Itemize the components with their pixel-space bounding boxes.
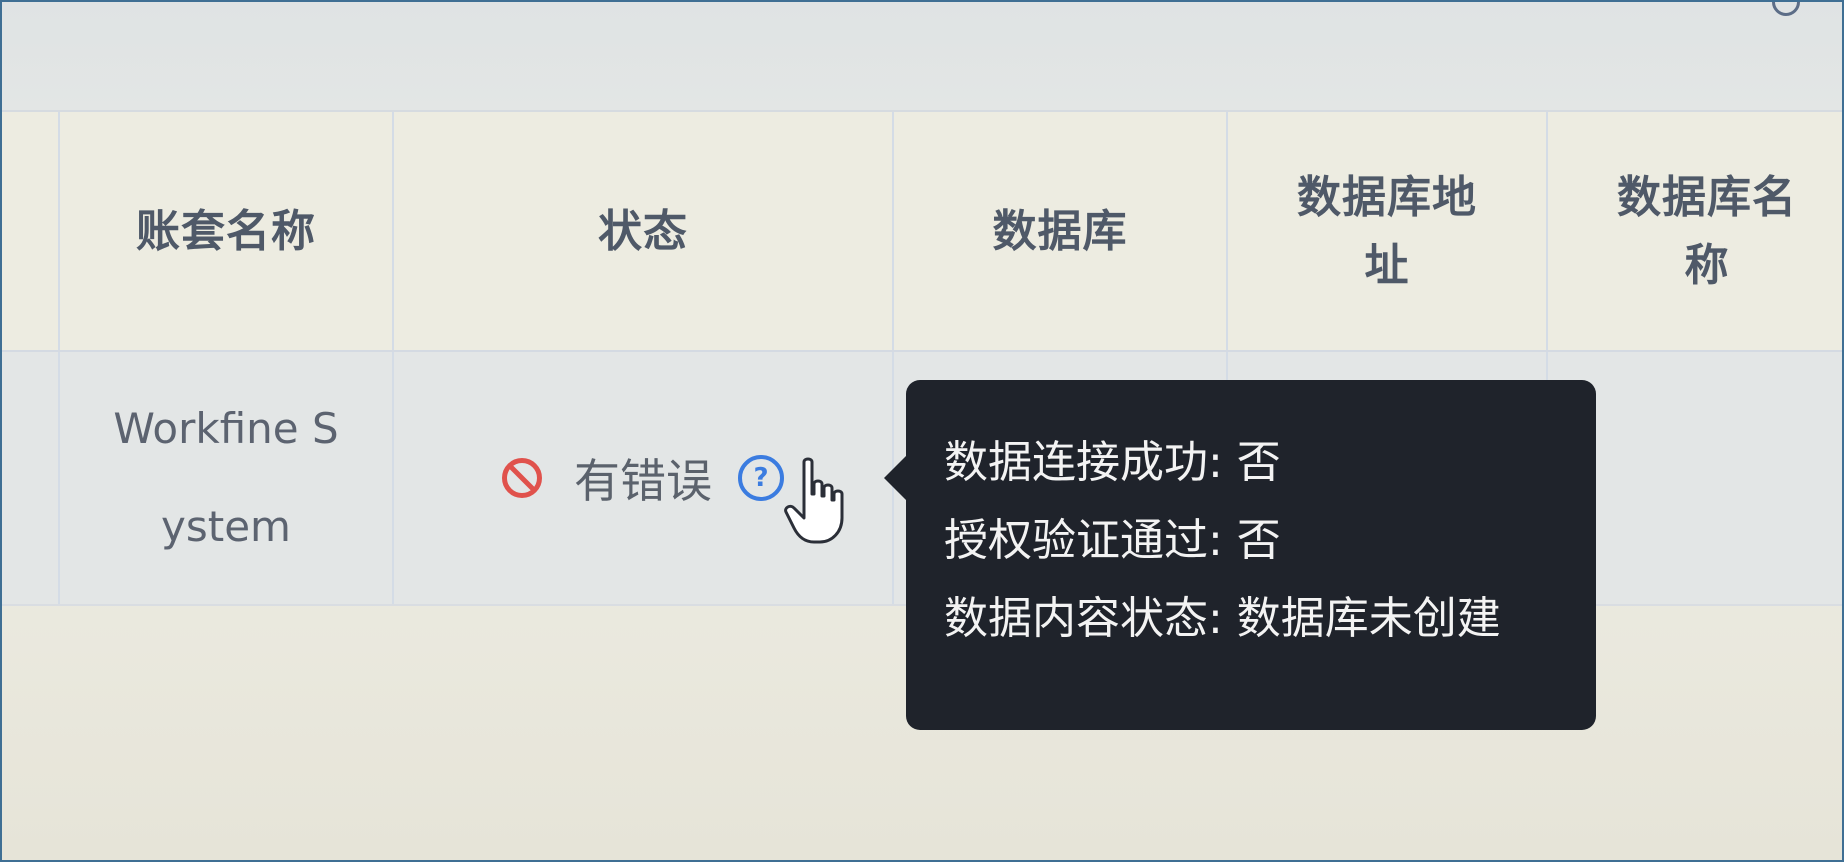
header-cell-status[interactable]: 状态 [392,112,892,352]
tooltip-connection-line: 数据连接成功: 否 [944,437,1281,488]
header-label-status: 状态 [598,206,688,257]
status-display: 有错误 ? [502,445,784,511]
status-label: 有错误 [574,454,712,508]
ban-icon [502,458,542,498]
question-circle-icon[interactable]: ? [738,455,784,501]
row-cell-checkbox [2,352,58,604]
row-cell-status: 有错误 ? [392,352,892,604]
screen-frame: 账套名称 状态 数据库 数据库地址 数据库名称 Workfine System [0,0,1844,862]
account-name: Workfine System [113,404,339,551]
header-cell-db-address[interactable]: 数据库地址 [1226,112,1546,352]
toolbar-area [2,2,1842,110]
header-label-name: 账套名称 [136,206,316,257]
refresh-icon[interactable] [1772,2,1800,16]
header-label-db-name: 数据库名称 [1617,172,1797,291]
status-tooltip: 数据连接成功: 否 授权验证通过: 否 数据内容状态: 数据库未创建 [884,380,1596,730]
tooltip-auth-line: 授权验证通过: 否 [944,515,1281,566]
header-cell-database[interactable]: 数据库 [892,112,1226,352]
header-cell-db-name[interactable]: 数据库名称 [1546,112,1842,352]
row-cell-name: Workfine System [58,352,392,604]
table-header-row: 账套名称 状态 数据库 数据库地址 数据库名称 [2,110,1842,352]
header-label-db-address: 数据库地址 [1297,172,1477,291]
tooltip-content-line: 数据内容状态: 数据库未创建 [944,593,1501,644]
header-cell-checkbox [2,112,58,352]
header-cell-name[interactable]: 账套名称 [58,112,392,352]
header-label-database: 数据库 [992,206,1128,257]
